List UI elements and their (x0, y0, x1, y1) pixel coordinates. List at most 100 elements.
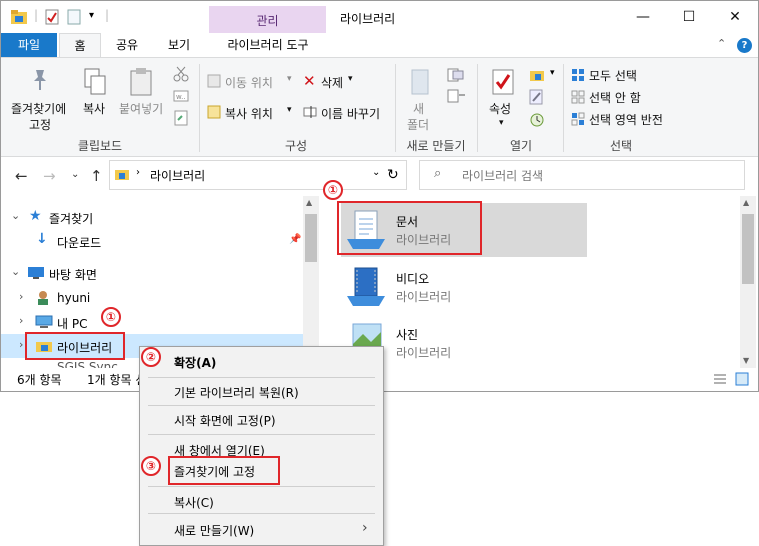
large-icons-view-icon[interactable] (735, 372, 749, 386)
new-folder-quick-icon[interactable] (67, 9, 81, 25)
search-placeholder: 라이브러리 검색 (462, 169, 544, 183)
minimize-button[interactable]: — (620, 1, 666, 33)
details-view-icon[interactable] (713, 373, 727, 385)
menu-separator (148, 486, 375, 487)
collapse-chevron-icon[interactable]: › (19, 290, 23, 303)
nav-this-pc[interactable]: › 내 PC (1, 310, 303, 334)
refresh-icon[interactable]: ↻ (387, 167, 399, 183)
cut-icon[interactable] (173, 66, 189, 82)
edit-icon[interactable] (529, 89, 545, 105)
menu-separator (148, 513, 375, 514)
nav-favorites-label: 즐겨찾기 (49, 212, 94, 226)
pin-to-quick-access-button[interactable]: 즐겨찾기에 고정 (7, 64, 71, 134)
content-scrollbar-thumb[interactable] (742, 214, 754, 284)
context-tab-header: 관리 (209, 6, 326, 33)
properties-quick-icon[interactable] (45, 9, 59, 25)
open-icon[interactable] (529, 68, 549, 82)
menu-item-restore-default[interactable]: 기본 라이브러리 복원(R) (140, 379, 383, 403)
item-count: 6개 항목 (17, 373, 62, 387)
delete-button[interactable]: ✕ 삭제 ▾ (301, 72, 361, 92)
ribbon-collapse-icon[interactable]: ⌃ (717, 37, 726, 50)
rename-icon (303, 106, 317, 118)
menu-item-copy[interactable]: 복사(C) (140, 489, 383, 513)
desktop-icon (28, 267, 44, 279)
item-name: 비디오 (396, 272, 430, 286)
collapse-chevron-icon[interactable]: › (19, 338, 23, 351)
scroll-up-icon[interactable]: ▲ (306, 198, 312, 207)
maximize-button[interactable]: ☐ (666, 1, 712, 33)
library-item-videos[interactable]: 비디오 라이브러리 (341, 260, 587, 314)
back-arrow-icon[interactable]: ← (15, 167, 28, 185)
open-dropdown-icon[interactable]: ▾ (550, 68, 555, 78)
scroll-down-icon[interactable]: ▼ (743, 356, 749, 365)
new-folder-label-line1: 새 (413, 102, 425, 116)
properties-dropdown-icon: ▾ (499, 118, 504, 128)
expand-chevron-icon[interactable]: ⌄ (11, 265, 20, 278)
copy-to-icon (207, 105, 221, 119)
address-chevron-icon: › (136, 167, 140, 178)
copy-button[interactable]: 복사 (77, 64, 113, 134)
highlight-pin-quick-access (168, 456, 280, 485)
tab-file[interactable]: 파일 (1, 33, 57, 57)
tab-home[interactable]: 홈 (59, 33, 101, 58)
highlight-documents-item (337, 201, 482, 255)
invert-selection-button[interactable]: 선택 영역 반전 (569, 110, 681, 128)
nav-user[interactable]: › hyuni (1, 286, 303, 310)
address-path: 라이브러리 (150, 169, 206, 183)
nav-favorites[interactable]: ⌄ ★ 즐겨찾기 (1, 205, 303, 229)
marker-one-nav: ① (101, 307, 121, 327)
copy-path-icon[interactable]: w.. (173, 89, 189, 103)
history-icon[interactable] (529, 112, 545, 128)
selection-count: 1개 항목 선 (87, 373, 147, 387)
marker-one-content: ① (323, 180, 343, 200)
content-scrollbar[interactable]: ▲ ▼ (740, 196, 756, 368)
tab-view[interactable]: 보기 (157, 33, 201, 57)
move-to-button[interactable]: 이동 위치 ▾ (205, 72, 299, 92)
menu-item-pin-start[interactable]: 시작 화면에 고정(P) (140, 407, 383, 431)
menu-item-new[interactable]: 새로 만들기(W) › (140, 517, 383, 541)
tab-share[interactable]: 공유 (105, 33, 149, 57)
new-folder-button[interactable]: 새 폴더 (401, 64, 439, 134)
help-icon[interactable]: ? (737, 38, 752, 53)
search-box[interactable]: ⌕ 라이브러리 검색 (419, 160, 745, 190)
new-item-icon[interactable] (447, 68, 467, 82)
nav-downloads[interactable]: ↓ 다운로드 📌 (1, 229, 303, 253)
easy-access-icon[interactable] (447, 89, 467, 103)
ribbon-tabs: 파일 홈 공유 보기 라이브러리 도구 ⌃ ? (1, 33, 758, 58)
nav-scrollbar[interactable]: ▲ ▼ (303, 196, 319, 368)
copy-to-button[interactable]: 복사 위치 ▾ (205, 103, 299, 123)
ribbon-body: 즐겨찾기에 고정 복사 붙여넣기 w.. 클립보드 이동 위치 ▾ 복사 위치 … (1, 57, 758, 157)
menu-item-expand[interactable]: 확장(A) (140, 349, 383, 373)
nav-desktop[interactable]: ⌄ 바탕 화면 (1, 261, 303, 285)
address-bar[interactable]: › 라이브러리 ⌄ (109, 160, 407, 190)
rename-button[interactable]: 이름 바꾸기 (301, 103, 391, 123)
close-button[interactable]: ✕ (712, 1, 758, 33)
up-arrow-icon[interactable]: ↑ (90, 167, 103, 185)
forward-arrow-icon[interactable]: → (43, 167, 56, 185)
window-title: 라이브러리 (340, 12, 396, 26)
scroll-up-icon[interactable]: ▲ (743, 198, 749, 207)
context-tab-header-label: 관리 (256, 14, 279, 28)
submenu-arrow-icon: › (362, 520, 368, 536)
nav-partial-item-label: SGIS Sync... (57, 360, 130, 368)
select-none-button[interactable]: 선택 안 함 (569, 88, 679, 106)
properties-button[interactable]: 속성 ▾ (483, 64, 523, 134)
quick-access-dropdown-icon[interactable]: ▾ (89, 10, 94, 21)
tab-library-tools[interactable]: 라이브러리 도구 (213, 33, 323, 57)
recent-locations-icon[interactable]: ⌄ (71, 169, 79, 180)
invert-selection-label: 선택 영역 반전 (589, 113, 663, 127)
paste-shortcut-icon[interactable] (173, 110, 189, 126)
marker-two-menu: ② (141, 347, 161, 367)
move-to-dropdown-icon: ▾ (287, 74, 292, 84)
select-all-button[interactable]: 모두 선택 (569, 66, 679, 84)
minimize-icon: — (636, 9, 650, 25)
nav-scrollbar-thumb[interactable] (305, 214, 317, 262)
expand-chevron-icon[interactable]: ⌄ (11, 209, 20, 222)
address-dropdown-icon[interactable]: ⌄ (372, 167, 380, 178)
select-all-icon (572, 69, 584, 81)
properties-label: 속성 (489, 102, 512, 116)
folder-app-icon (11, 10, 27, 24)
nav-desktop-label: 바탕 화면 (49, 268, 97, 282)
paste-button[interactable]: 붙여넣기 (115, 64, 169, 134)
collapse-chevron-icon[interactable]: › (19, 314, 23, 327)
